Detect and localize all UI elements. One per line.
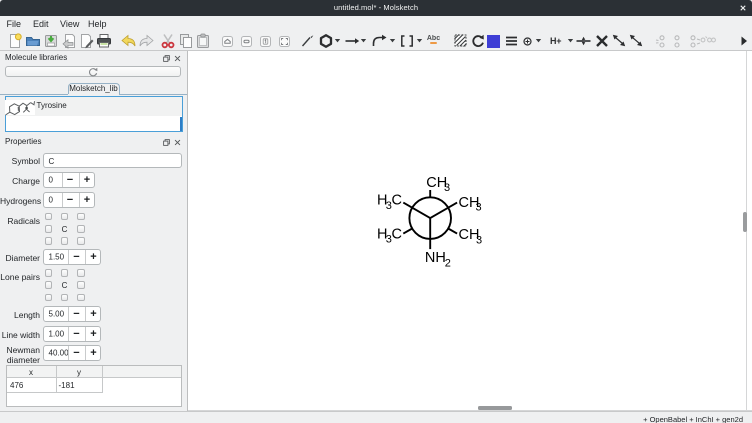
svg-text:2: 2 bbox=[445, 257, 451, 269]
svg-text:3: 3 bbox=[476, 234, 482, 246]
svg-text:3: 3 bbox=[444, 182, 450, 194]
svg-text:3: 3 bbox=[476, 202, 482, 214]
svg-text:NH: NH bbox=[425, 250, 446, 266]
svg-text:C: C bbox=[392, 193, 402, 209]
svg-text:C: C bbox=[392, 226, 402, 242]
